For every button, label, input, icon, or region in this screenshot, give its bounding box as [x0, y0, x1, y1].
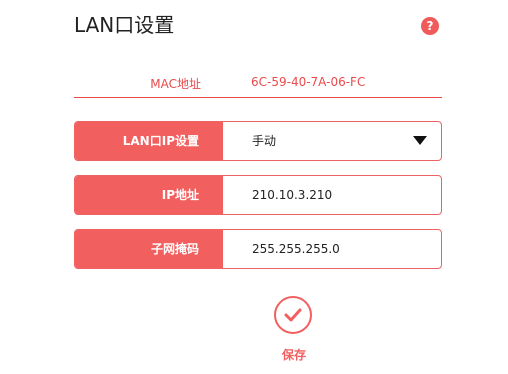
- subnet-mask-label: 子网掩码: [75, 230, 223, 268]
- mac-address-row: MAC地址 6C-59-40-7A-06-FC: [74, 71, 442, 98]
- save-button[interactable]: 保存: [268, 296, 320, 366]
- save-label[interactable]: 保存: [268, 346, 320, 363]
- subnet-mask-field[interactable]: 子网掩码 255.255.255.0: [74, 229, 442, 269]
- checkmark-circle-icon[interactable]: [274, 296, 312, 334]
- lan-ip-mode-select[interactable]: LAN口IP设置 手动: [74, 121, 442, 161]
- ip-address-input[interactable]: 210.10.3.210: [252, 176, 332, 214]
- page-title: LAN口设置: [74, 13, 175, 37]
- mac-address-value: 6C-59-40-7A-06-FC: [251, 75, 366, 89]
- ip-address-field[interactable]: IP地址 210.10.3.210: [74, 175, 442, 215]
- lan-ip-mode-value[interactable]: 手动: [252, 122, 276, 160]
- ip-address-label: IP地址: [75, 176, 223, 214]
- subnet-mask-input[interactable]: 255.255.255.0: [252, 230, 340, 268]
- lan-ip-mode-label: LAN口IP设置: [75, 122, 223, 160]
- help-icon[interactable]: ?: [421, 17, 439, 35]
- mac-address-label: MAC地址: [150, 77, 201, 91]
- dropdown-arrow-icon[interactable]: [413, 136, 427, 145]
